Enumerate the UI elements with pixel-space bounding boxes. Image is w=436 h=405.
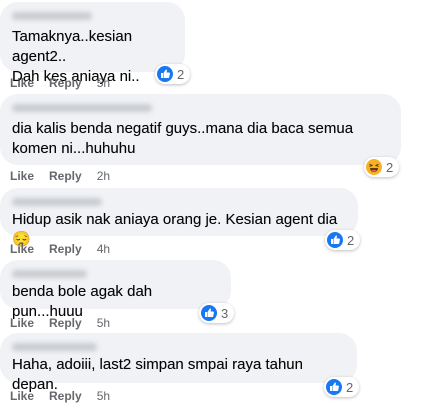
comment-bubble: benda bole agak dah pun...huuu bbox=[0, 260, 231, 320]
reply-button[interactable]: Reply bbox=[49, 76, 82, 90]
reply-button[interactable]: Reply bbox=[49, 389, 82, 403]
reaction-summary[interactable]: 3 bbox=[199, 303, 235, 323]
comment-timestamp[interactable]: 2h bbox=[97, 169, 110, 183]
like-icon bbox=[327, 232, 343, 248]
like-button[interactable]: Like bbox=[10, 169, 34, 183]
reaction-summary[interactable]: 2 bbox=[364, 157, 400, 177]
reply-button[interactable]: Reply bbox=[49, 242, 82, 256]
like-icon bbox=[201, 305, 217, 321]
commenter-name-blurred[interactable] bbox=[12, 198, 102, 206]
reaction-count: 2 bbox=[177, 66, 185, 82]
reaction-summary[interactable]: 2 bbox=[324, 377, 360, 397]
reply-button[interactable]: Reply bbox=[49, 169, 82, 183]
like-button[interactable]: Like bbox=[10, 389, 34, 403]
commenter-name-blurred[interactable] bbox=[12, 12, 92, 20]
comment-bubble: Haha, adoiii, last2 simpan smpai raya ta… bbox=[0, 333, 357, 393]
reaction-count: 3 bbox=[221, 305, 229, 321]
comment-bubble: dia kalis benda negatif guys..mana dia b… bbox=[0, 94, 401, 165]
comment-bubble: Hidup asik nak aniaya orang je. Kesian a… bbox=[0, 188, 358, 248]
comment-actions: Like Reply 4h bbox=[10, 242, 125, 256]
comment-timestamp[interactable]: 4h bbox=[97, 242, 110, 256]
comment-timestamp[interactable]: 5h bbox=[97, 316, 110, 330]
like-icon bbox=[157, 66, 173, 82]
reply-button[interactable]: Reply bbox=[49, 316, 82, 330]
comment-timestamp[interactable]: 5h bbox=[97, 389, 110, 403]
like-button[interactable]: Like bbox=[10, 316, 34, 330]
reaction-summary[interactable]: 2 bbox=[325, 230, 361, 250]
like-button[interactable]: Like bbox=[10, 242, 34, 256]
comment-actions: Like Reply 5h bbox=[10, 316, 125, 330]
reaction-count: 2 bbox=[386, 159, 394, 175]
reaction-count: 2 bbox=[347, 232, 355, 248]
haha-icon bbox=[366, 159, 382, 175]
comment-timestamp[interactable]: 5h bbox=[97, 76, 110, 90]
comment-actions: Like Reply 5h bbox=[10, 76, 125, 90]
commenter-name-blurred[interactable] bbox=[12, 343, 97, 351]
comment-text: dia kalis benda negatif guys..mana dia b… bbox=[12, 120, 354, 157]
commenter-name-blurred[interactable] bbox=[12, 104, 152, 112]
like-icon bbox=[326, 379, 342, 395]
comment-actions: Like Reply 5h bbox=[10, 389, 125, 403]
comment-actions: Like Reply 2h bbox=[10, 169, 125, 183]
reaction-count: 2 bbox=[346, 379, 354, 395]
like-button[interactable]: Like bbox=[10, 76, 34, 90]
commenter-name-blurred[interactable] bbox=[12, 270, 87, 278]
reaction-summary[interactable]: 2 bbox=[155, 64, 191, 84]
comment-bubble: Tamaknya..kesian agent2.. Dah kes aniaya… bbox=[0, 2, 185, 85]
